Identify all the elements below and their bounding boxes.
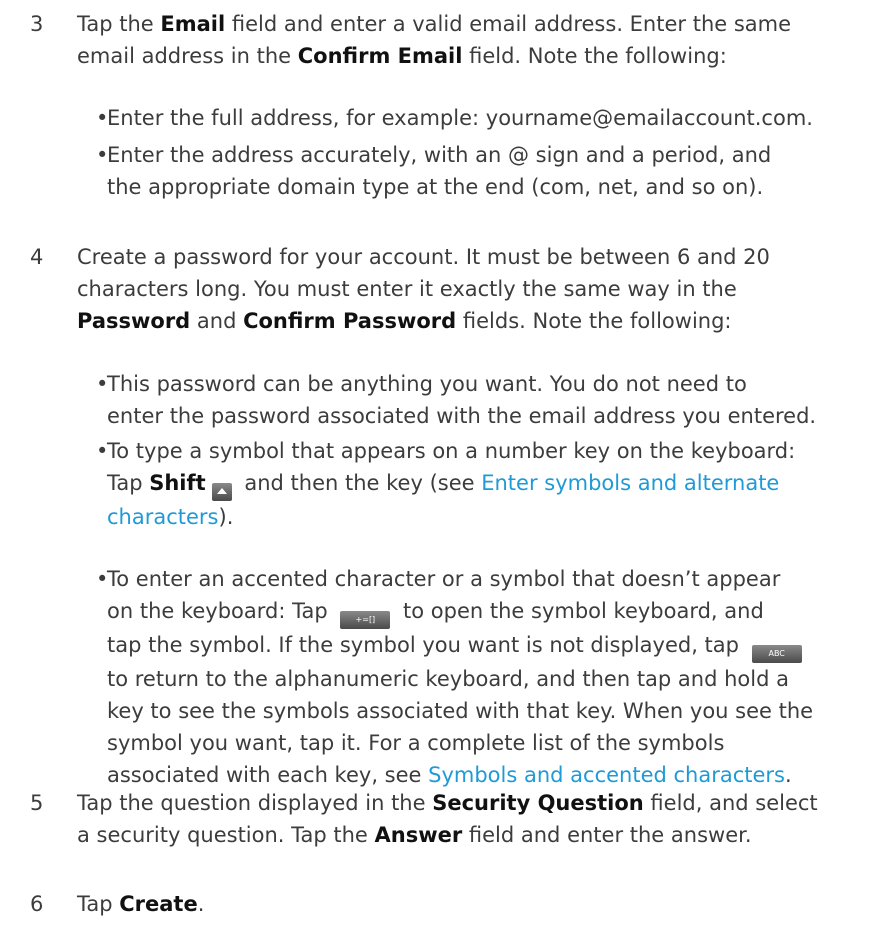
symbols-accented-link[interactable]: Symbols and accented characters	[428, 763, 785, 787]
step-4-bullets: This password can be anything you want. …	[96, 368, 866, 791]
step-number: 6	[30, 892, 44, 916]
security-question-field-label: Security Question	[432, 791, 644, 815]
step-line: Password and Confirm Password fields. No…	[77, 309, 732, 333]
enter-symbols-link-cont[interactable]: characters	[107, 505, 219, 529]
bullet-item: This password can be anything you want. …	[96, 368, 866, 432]
confirm-email-field-label: Confirm Email	[297, 44, 463, 68]
step-number: 4	[30, 245, 44, 269]
bullet-item: Enter the full address, for example: you…	[96, 102, 866, 134]
step-3-bullets: Enter the full address, for example: you…	[96, 102, 866, 203]
bullet-item: Enter the address accurately, with an @ …	[96, 139, 866, 203]
abc-keyboard-key-icon: ABC	[751, 645, 802, 663]
shift-key-label: Shift	[149, 471, 206, 495]
bullet-item: To type a symbol that appears on a numbe…	[96, 435, 866, 533]
step-text: Tap Create.	[77, 892, 205, 916]
symbol-keyboard-key-icon: +=[]	[340, 611, 391, 629]
enter-symbols-link[interactable]: Enter symbols and alternate	[481, 471, 779, 495]
step-text: Create a password for your account. It m…	[77, 241, 857, 337]
step-text: Tap the question displayed in the Securi…	[77, 791, 818, 847]
bullet-item: To enter an accented character or a symb…	[96, 563, 866, 791]
step-line: email address in the Confirm Email field…	[77, 44, 727, 68]
answer-field-label: Answer	[374, 823, 463, 847]
create-button-label: Create	[119, 892, 198, 916]
step-number: 5	[30, 791, 44, 815]
email-field-label: Email	[160, 12, 226, 36]
step-number: 3	[30, 12, 44, 36]
confirm-password-field-label: Confirm Password	[243, 309, 457, 333]
instruction-page: 3 Tap the Email field and enter a valid …	[0, 0, 874, 946]
step-text: Tap the Email field and enter a valid em…	[77, 8, 857, 72]
step-line: Tap the Email field and enter a valid em…	[77, 12, 792, 36]
shift-arrow-icon	[211, 483, 232, 501]
password-field-label: Password	[77, 309, 191, 333]
